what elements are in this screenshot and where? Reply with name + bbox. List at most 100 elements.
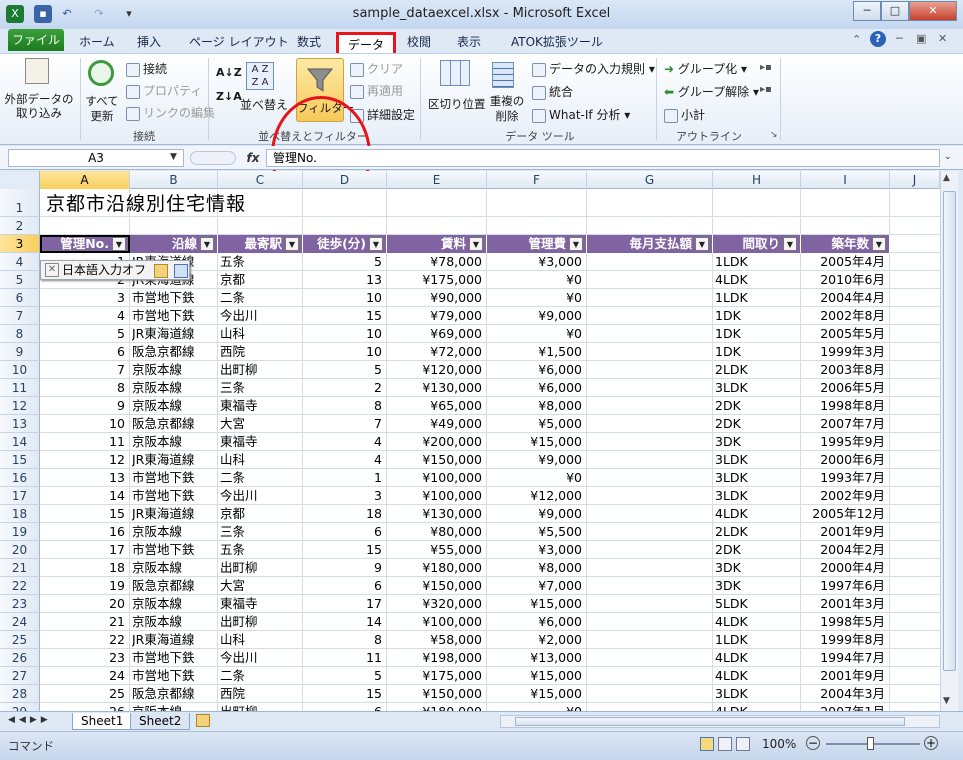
name-box[interactable]: A3 [8, 149, 184, 167]
table-cell[interactable]: 2002年9月 [803, 487, 889, 505]
row-header[interactable]: 9 [0, 343, 40, 361]
table-cell[interactable]: 1998年5月 [803, 613, 889, 631]
table-cell[interactable]: 11 [305, 649, 386, 667]
show-detail-icon[interactable]: ▸▪ [760, 62, 772, 73]
table-cell[interactable]: 2004年2月 [803, 541, 889, 559]
table-cell[interactable]: 1DK [715, 325, 800, 343]
table-cell[interactable]: 1DK [715, 307, 800, 325]
horizontal-scrollbar[interactable] [500, 715, 940, 728]
tab-atok[interactable]: ATOK拡張ツール [502, 32, 612, 53]
doc-minimize-icon[interactable]: ─ [896, 32, 903, 45]
maximize-button[interactable]: □ [881, 1, 909, 21]
table-cell[interactable]: ¥2,000 [489, 631, 586, 649]
table-cell[interactable]: ¥6,000 [489, 361, 586, 379]
table-cell[interactable]: ¥100,000 [389, 487, 486, 505]
sort-az-icon[interactable]: A↓Z [216, 66, 242, 79]
row-header[interactable]: 23 [0, 595, 40, 613]
table-cell[interactable]: 20 [42, 595, 129, 613]
table-cell[interactable]: ¥6,000 [489, 379, 586, 397]
table-cell[interactable]: ¥9,000 [489, 307, 586, 325]
dialog-launcher-icon[interactable]: ↘ [770, 130, 778, 140]
table-cell[interactable]: 今出川 [220, 307, 302, 325]
table-cell[interactable]: 3 [305, 487, 386, 505]
table-cell[interactable]: 二条 [220, 469, 302, 487]
subtotal-button[interactable]: 小計 [664, 106, 705, 123]
table-cell[interactable]: ¥80,000 [389, 523, 486, 541]
table-cell[interactable]: ¥175,000 [389, 667, 486, 685]
table-cell[interactable]: 4LDK [715, 505, 800, 523]
ime-close-icon[interactable]: ✕ [45, 263, 59, 277]
table-cell[interactable]: 3LDK [715, 685, 800, 703]
table-cell[interactable]: 6 [305, 703, 386, 711]
filter-dropdown-icon[interactable]: ▼ [285, 237, 299, 251]
table-cell[interactable]: ¥100,000 [389, 469, 486, 487]
table-cell[interactable]: 13 [42, 469, 129, 487]
table-cell[interactable]: 東福寺 [220, 397, 302, 415]
formula-input[interactable]: 管理No. [266, 149, 940, 167]
table-cell[interactable]: JR東海道線 [132, 451, 217, 469]
table-cell[interactable]: 1999年8月 [803, 631, 889, 649]
table-cell[interactable]: 2005年12月 [803, 505, 889, 523]
help-icon[interactable]: ? [870, 31, 886, 47]
table-header-cell[interactable]: 最寄駅 ▼ [218, 235, 303, 253]
table-cell[interactable]: 4LDK [715, 271, 800, 289]
table-cell[interactable]: 2DK [715, 541, 800, 559]
row-header[interactable]: 14 [0, 433, 40, 451]
table-cell[interactable]: 大宮 [220, 577, 302, 595]
table-cell[interactable]: 4LDK [715, 667, 800, 685]
row-header[interactable]: 17 [0, 487, 40, 505]
table-cell[interactable]: ¥5,500 [489, 523, 586, 541]
table-cell[interactable]: JR東海道線 [132, 505, 217, 523]
table-cell[interactable] [589, 271, 712, 289]
sheet-tab-sheet1[interactable]: Sheet1 [72, 713, 133, 730]
table-cell[interactable]: 21 [42, 613, 129, 631]
table-cell[interactable]: 京阪本線 [132, 379, 217, 397]
table-header-cell[interactable]: 徒歩(分) ▼ [303, 235, 387, 253]
table-cell[interactable]: 1LDK [715, 631, 800, 649]
column-header[interactable]: H [713, 171, 801, 189]
ungroup-button[interactable]: ⬅ グループ解除 ▾ [664, 83, 759, 100]
table-cell[interactable]: 2DK [715, 397, 800, 415]
table-cell[interactable] [589, 415, 712, 433]
row-header[interactable]: 24 [0, 613, 40, 631]
table-cell[interactable]: 出町柳 [220, 613, 302, 631]
table-cell[interactable]: ¥8,000 [489, 559, 586, 577]
table-cell[interactable]: 市営地下鉄 [132, 541, 217, 559]
table-cell[interactable]: ¥0 [489, 325, 586, 343]
table-cell[interactable]: ¥0 [489, 703, 586, 711]
table-cell[interactable]: 2004年4月 [803, 289, 889, 307]
table-cell[interactable]: ¥320,000 [389, 595, 486, 613]
table-cell[interactable]: 京阪本線 [132, 559, 217, 577]
table-cell[interactable]: 6 [305, 523, 386, 541]
column-header[interactable]: B [130, 171, 218, 189]
table-cell[interactable]: 阪急京都線 [132, 685, 217, 703]
row-header[interactable]: 2 [0, 217, 40, 235]
table-cell[interactable]: 10 [305, 289, 386, 307]
row-header[interactable]: 19 [0, 523, 40, 541]
table-cell[interactable]: 2 [305, 379, 386, 397]
table-cell[interactable]: 阪急京都線 [132, 415, 217, 433]
table-cell[interactable]: 3LDK [715, 469, 800, 487]
table-cell[interactable]: JR東海道線 [132, 325, 217, 343]
sheet-title[interactable]: 京都市沿線別住宅情報 [46, 191, 246, 217]
table-cell[interactable]: 12 [42, 451, 129, 469]
row-header[interactable]: 10 [0, 361, 40, 379]
clear-filter-button[interactable]: クリア [350, 60, 403, 77]
properties-button[interactable]: プロパティ [126, 82, 202, 99]
column-header[interactable]: C [218, 171, 303, 189]
table-cell[interactable]: ¥55,000 [389, 541, 486, 559]
tab-formulas[interactable]: 数式 [288, 32, 330, 53]
table-cell[interactable]: 西院 [220, 685, 302, 703]
table-cell[interactable]: ¥69,000 [389, 325, 486, 343]
table-cell[interactable]: 東福寺 [220, 595, 302, 613]
scroll-up-icon[interactable]: ▲ [943, 173, 950, 183]
table-cell[interactable]: 大宮 [220, 415, 302, 433]
tab-page-layout[interactable]: ページ レイアウト [180, 32, 298, 53]
table-cell[interactable]: 2001年9月 [803, 667, 889, 685]
doc-close-icon[interactable]: ✕ [938, 32, 947, 45]
table-cell[interactable]: 2006年5月 [803, 379, 889, 397]
table-cell[interactable]: 市営地下鉄 [132, 487, 217, 505]
table-cell[interactable]: 8 [305, 397, 386, 415]
row-header[interactable]: 6 [0, 289, 40, 307]
horizontal-scroll-thumb[interactable] [515, 717, 905, 726]
